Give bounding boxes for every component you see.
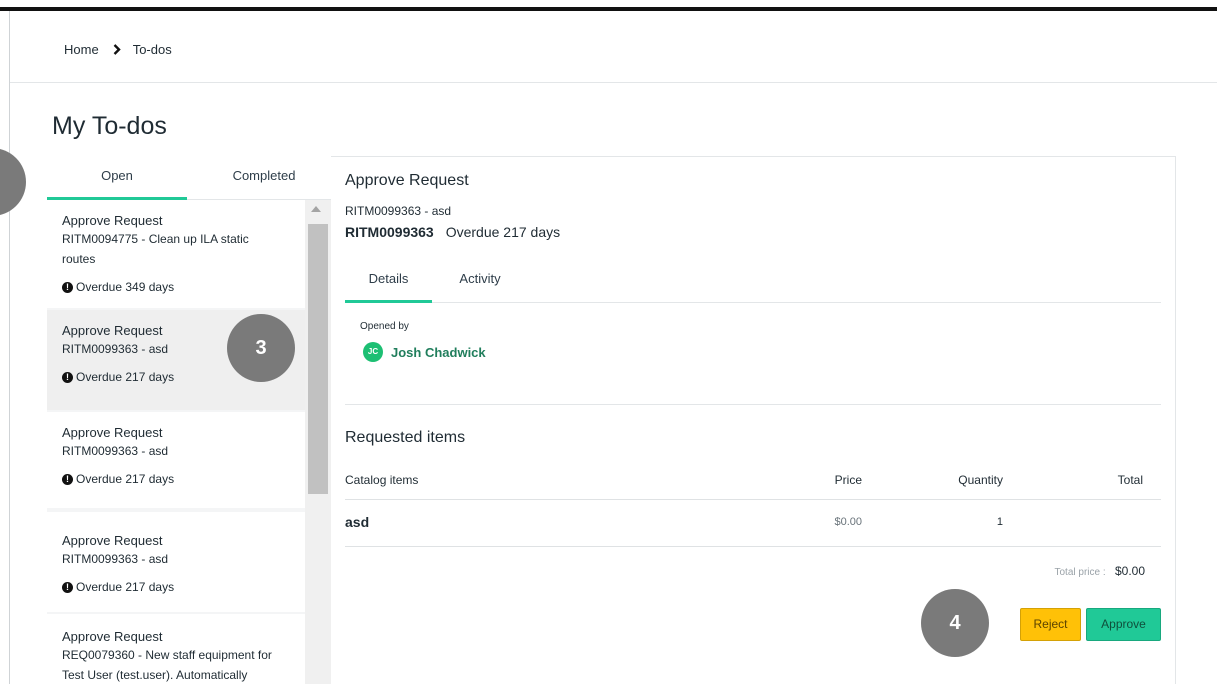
- item-quantity: 1: [996, 516, 1003, 528]
- list-item-desc: RITM0099363 - asd: [62, 444, 169, 458]
- list-item-status-text: Overdue 217 days: [76, 472, 175, 486]
- list-item-status-text: Overdue 217 days: [76, 370, 175, 384]
- requested-items-title: Requested items: [345, 429, 466, 446]
- todo-list: Approve Request RITM0094775 - Clean up I…: [47, 200, 305, 684]
- detail-tabs: Details Activity: [345, 263, 1161, 303]
- list-item-desc: RITM0099363 - asd: [62, 552, 169, 566]
- list-item-desc-line: Test User (test.user). Automatically: [62, 668, 248, 682]
- step-marker-3: 3: [227, 314, 295, 382]
- opened-by-name-link[interactable]: Josh Chadwick: [391, 345, 486, 360]
- top-bar: [0, 0, 1217, 11]
- col-header-price: Price: [834, 473, 862, 487]
- list-item-desc: REQ0079360 - New staff equipment for Tes…: [62, 645, 290, 684]
- list-item-title: Approve Request: [62, 425, 163, 440]
- tab-open[interactable]: Open: [47, 156, 187, 200]
- list-item-status: ! Overdue 217 days: [62, 471, 290, 487]
- opened-by-user[interactable]: JC Josh Chadwick: [363, 342, 486, 362]
- col-header-quantity: Quantity: [958, 473, 1003, 487]
- list-item-desc-line: routes: [62, 252, 96, 266]
- total-price-value: $0.00: [1114, 564, 1145, 578]
- exclamation-circle-icon: !: [62, 281, 73, 293]
- step-marker-4: 4: [921, 589, 989, 657]
- col-header-total: Total: [1117, 473, 1143, 487]
- exclamation-circle-icon: !: [62, 581, 73, 593]
- list-scrollbar[interactable]: [305, 200, 331, 684]
- detail-number: RITM0099363: [345, 224, 434, 240]
- list-item-title: Approve Request: [62, 533, 163, 548]
- list-item-desc-line: RITM0094775 - Clean up ILA static: [62, 232, 249, 246]
- opened-by-label: Opened by: [360, 321, 409, 332]
- scroll-thumb[interactable]: [308, 224, 328, 494]
- detail-subtitle: RITM0099363 - asd: [345, 204, 452, 218]
- breadcrumb-home-link[interactable]: Home: [64, 42, 99, 57]
- list-item[interactable]: Approve Request RITM0094775 - Clean up I…: [47, 200, 305, 308]
- list-item-title: Approve Request: [62, 629, 163, 644]
- list-item-status-text: Overdue 349 days: [76, 280, 175, 294]
- step-marker-2: 2: [0, 148, 26, 216]
- item-price: $0.00: [834, 516, 862, 528]
- list-item-title: Approve Request: [62, 213, 163, 228]
- col-header-catalog-items: Catalog items: [345, 473, 419, 487]
- exclamation-circle-icon: !: [62, 473, 73, 485]
- list-item[interactable]: Approve Request REQ0079360 - New staff e…: [47, 614, 305, 684]
- todo-list-column: Open Completed Approve Request RITM00947…: [47, 156, 331, 684]
- left-edge-line: [9, 11, 10, 684]
- list-item-status: ! Overdue 217 days: [62, 579, 290, 595]
- tab-activity[interactable]: Activity: [441, 263, 519, 303]
- exclamation-circle-icon: !: [62, 371, 73, 383]
- table-row: asd $0.00 1: [345, 500, 1161, 547]
- list-tabs: Open Completed: [47, 156, 331, 200]
- total-price: Total price : $0.00: [985, 564, 1145, 578]
- chevron-right-icon: [113, 43, 121, 55]
- scroll-up-arrow-icon[interactable]: [311, 206, 321, 212]
- section-divider: [345, 404, 1161, 405]
- breadcrumb-current: To-dos: [132, 41, 172, 57]
- approve-button[interactable]: Approve: [1086, 608, 1161, 641]
- list-item-desc: RITM0094775 - Clean up ILA static routes: [62, 229, 290, 269]
- page-title: My To-dos: [52, 112, 167, 140]
- detail-overdue: Overdue 217 days: [445, 224, 561, 240]
- item-name: asd: [345, 514, 370, 530]
- tab-details[interactable]: Details: [345, 263, 432, 303]
- list-item[interactable]: Approve Request RITM0099363 - asd ! Over…: [47, 412, 305, 508]
- header-divider: [10, 82, 1217, 83]
- detail-number-row: RITM0099363 Overdue 217 days: [345, 224, 560, 240]
- avatar: JC: [363, 342, 383, 362]
- detail-title: Approve Request: [345, 172, 469, 189]
- list-item-status-text: Overdue 217 days: [76, 580, 175, 594]
- tab-completed[interactable]: Completed: [197, 156, 331, 200]
- breadcrumb: Home To-dos: [64, 37, 172, 61]
- total-price-label: Total price :: [1054, 567, 1106, 578]
- list-item-status: ! Overdue 349 days: [62, 279, 290, 295]
- reject-button[interactable]: Reject: [1020, 608, 1081, 641]
- list-item-desc-line: REQ0079360 - New staff equipment for: [62, 648, 272, 662]
- list-item[interactable]: Approve Request RITM0099363 - asd ! Over…: [47, 512, 305, 612]
- items-table-header: Catalog items Price Quantity Total: [345, 472, 1161, 500]
